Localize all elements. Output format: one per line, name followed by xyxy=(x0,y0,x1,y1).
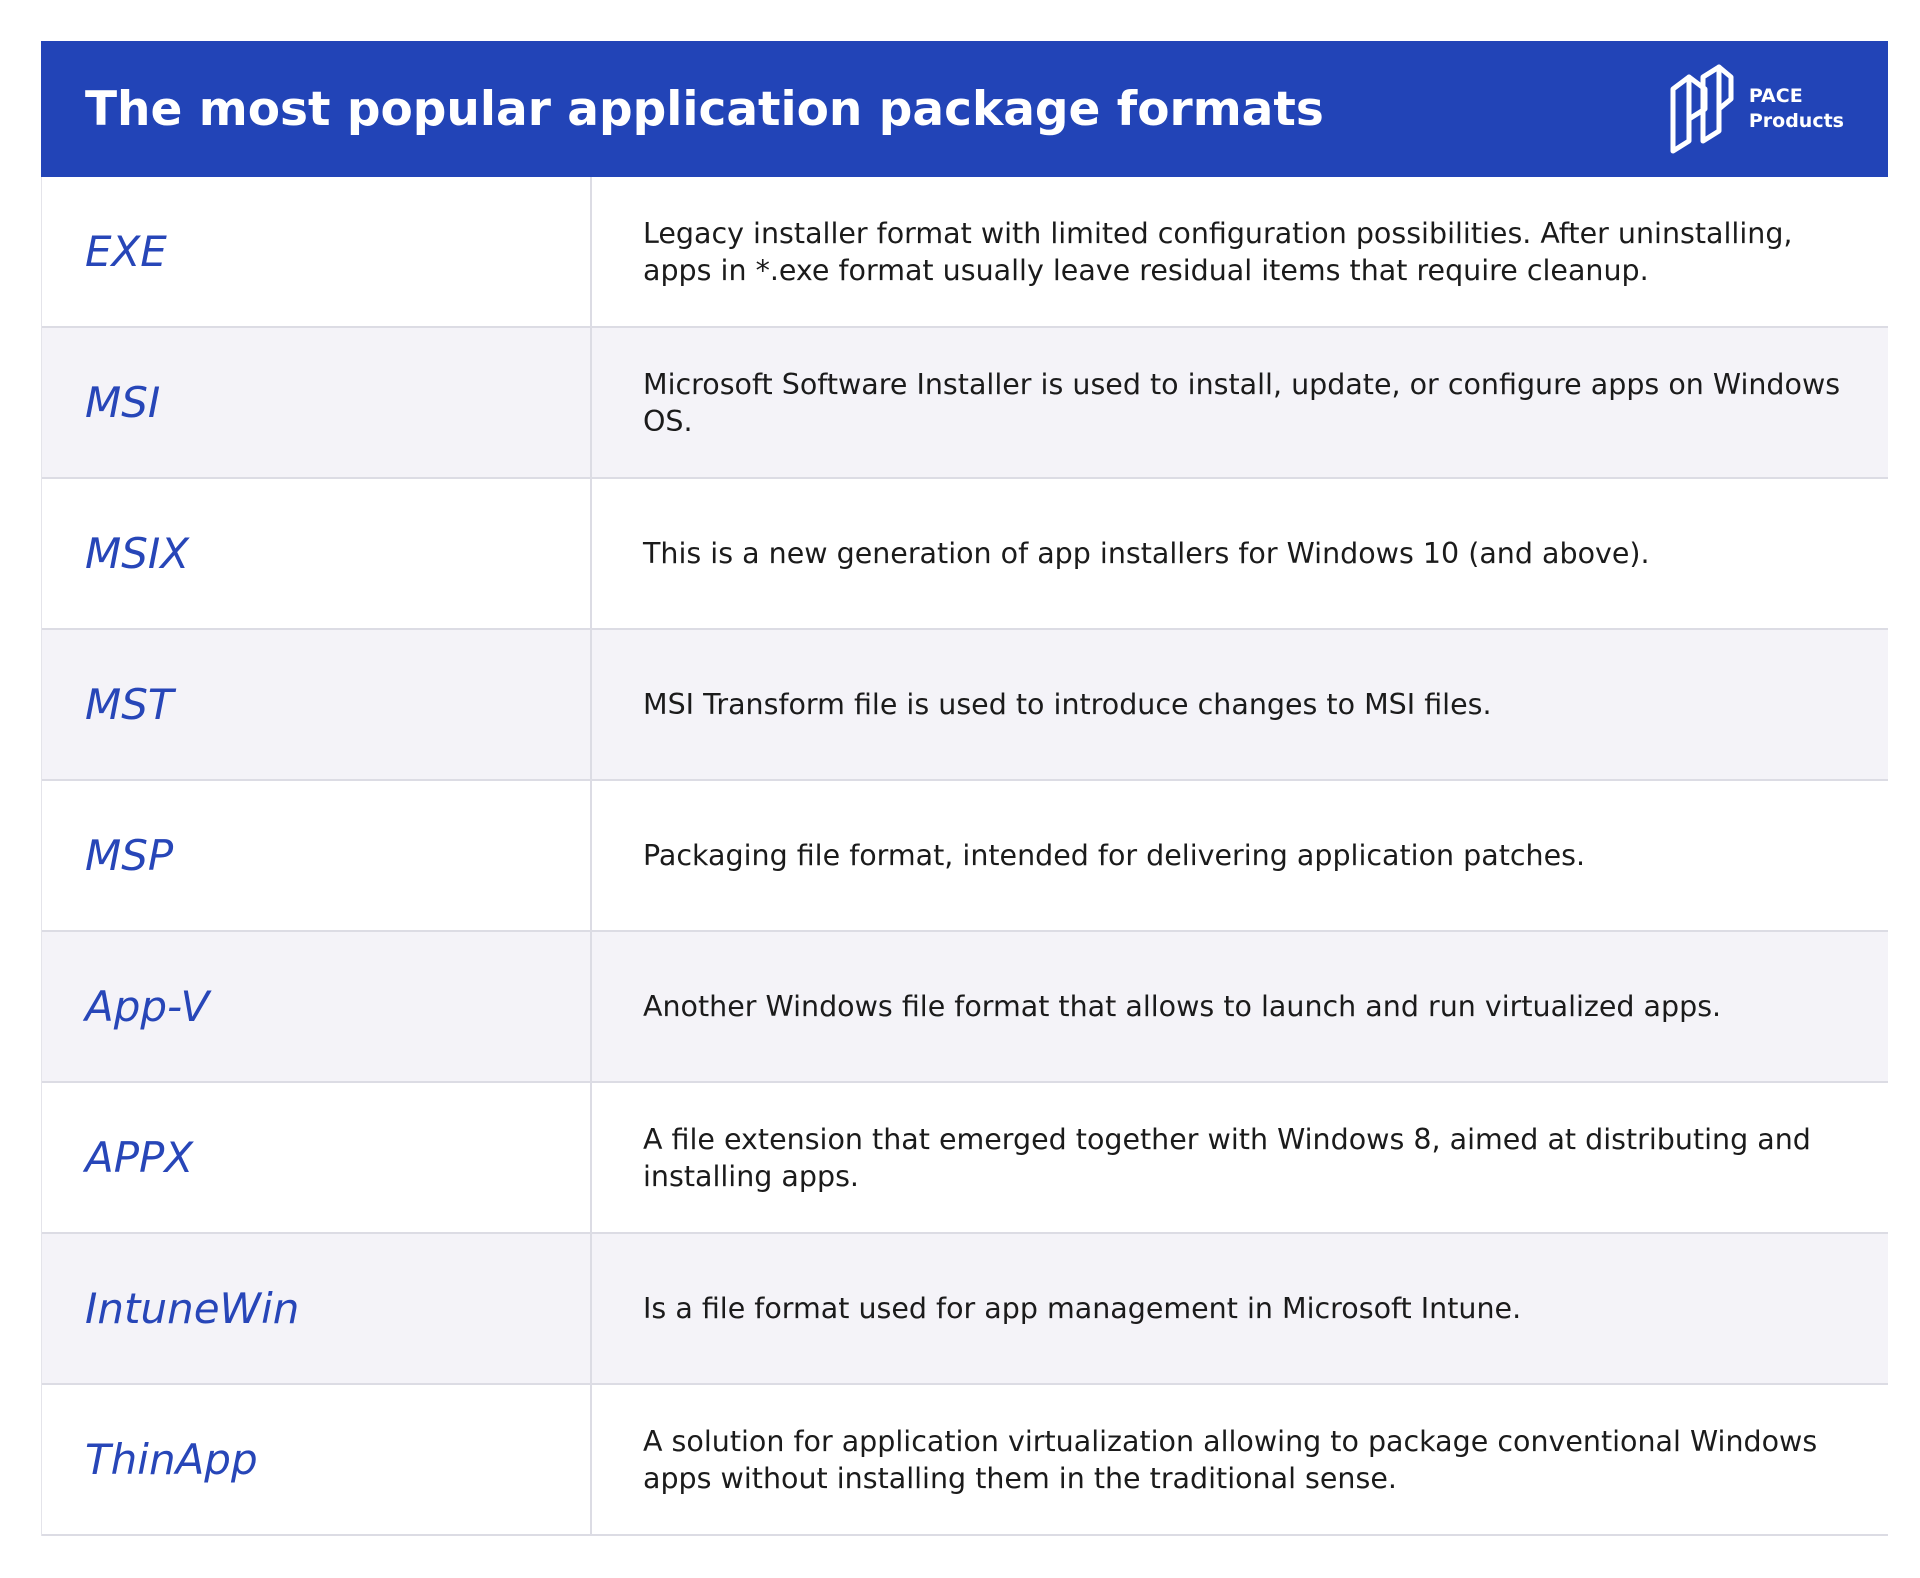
format-description: Another Windows file format that allows … xyxy=(643,990,1722,1023)
format-name: EXE xyxy=(42,177,592,326)
format-name: MSIX xyxy=(42,479,592,628)
table-row: MSP Packaging file format, intended for … xyxy=(42,781,1888,932)
format-name: APPX xyxy=(42,1083,592,1232)
table-row: EXE Legacy installer format with limited… xyxy=(42,177,1888,328)
format-name: IntuneWin xyxy=(42,1234,592,1383)
table-row: MSIX This is a new generation of app ins… xyxy=(42,479,1888,630)
format-name: ThinApp xyxy=(42,1385,592,1534)
header-banner: The most popular application package for… xyxy=(41,41,1888,177)
table-row: IntuneWin Is a file format used for app … xyxy=(42,1234,1888,1385)
pace-logo-icon xyxy=(1670,64,1734,154)
table-row: ThinApp A solution for application virtu… xyxy=(42,1385,1888,1536)
table-row: APPX A file extension that emerged toget… xyxy=(42,1083,1888,1234)
table-row: MST MSI Transform file is used to introd… xyxy=(42,630,1888,781)
format-description: Legacy installer format with limited con… xyxy=(643,216,1793,287)
table-row: MSI Microsoft Software Installer is used… xyxy=(42,328,1888,479)
format-name: MSP xyxy=(42,781,592,930)
format-name: MST xyxy=(42,630,592,779)
format-description: Microsoft Software Installer is used to … xyxy=(643,367,1841,438)
format-description: Packaging file format, intended for deli… xyxy=(643,839,1586,872)
format-description: Is a file format used for app management… xyxy=(643,1292,1522,1325)
format-name: App-V xyxy=(42,932,592,1081)
format-description: A solution for application virtualizatio… xyxy=(643,1424,1818,1495)
brand-name: PACE Products xyxy=(1749,84,1844,134)
table-row: App-V Another Windows file format that a… xyxy=(42,932,1888,1083)
page-title: The most popular application package for… xyxy=(85,81,1324,137)
format-description: A file extension that emerged together w… xyxy=(643,1122,1811,1193)
format-description: This is a new generation of app installe… xyxy=(643,537,1650,570)
format-name: MSI xyxy=(42,328,592,477)
format-table: EXE Legacy installer format with limited… xyxy=(41,177,1888,1536)
brand-line-1: PACE xyxy=(1748,85,1803,107)
format-description: MSI Transform file is used to introduce … xyxy=(643,688,1492,721)
brand-line-2: Products xyxy=(1748,110,1844,132)
brand: PACE Products xyxy=(1669,63,1844,155)
infographic: The most popular application package for… xyxy=(41,41,1888,1536)
